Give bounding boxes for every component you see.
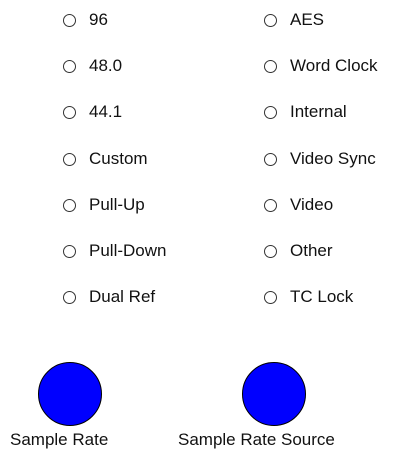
radio-label: Pull-Up xyxy=(89,195,145,214)
radio-button[interactable] xyxy=(264,105,277,119)
sample-rate-source-knob[interactable] xyxy=(242,362,306,426)
radio-label: 44.1 xyxy=(89,102,123,121)
sample-rate-source-label: Sample Rate Source xyxy=(178,430,335,449)
radio-button[interactable] xyxy=(264,198,277,212)
sample-rate-option-dual-ref[interactable]: Dual Ref xyxy=(63,286,155,308)
radio-label: Custom xyxy=(89,149,148,168)
sample-rate-label: Sample Rate xyxy=(10,430,109,449)
sample-rate-option-pull-down[interactable]: Pull-Down xyxy=(63,240,166,262)
radio-label: Word Clock xyxy=(290,56,378,75)
radio-button[interactable] xyxy=(264,290,277,304)
sample-rate-source-option-word-clock[interactable]: Word Clock xyxy=(264,55,378,77)
radio-button[interactable] xyxy=(63,105,76,119)
radio-label: Video xyxy=(290,195,334,214)
radio-button[interactable] xyxy=(63,244,76,258)
radio-button[interactable] xyxy=(63,13,76,27)
sample-rate-source-option-internal[interactable]: Internal xyxy=(264,101,347,123)
sample-rate-option-48-0[interactable]: 48.0 xyxy=(63,55,122,77)
radio-label: Dual Ref xyxy=(89,287,156,306)
sample-rate-source-option-video-sync[interactable]: Video Sync xyxy=(264,148,376,170)
radio-button[interactable] xyxy=(63,290,76,304)
radio-button[interactable] xyxy=(63,59,76,73)
radio-button[interactable] xyxy=(264,152,277,166)
sample-rate-option-44-1[interactable]: 44.1 xyxy=(63,101,122,123)
sample-rate-source-option-aes[interactable]: AES xyxy=(264,9,324,31)
radio-label: 96 xyxy=(89,10,108,29)
radio-label: Internal xyxy=(290,102,347,121)
radio-label: Pull-Down xyxy=(89,241,167,260)
radio-label: Other xyxy=(290,241,333,260)
sample-rate-source-option-other[interactable]: Other xyxy=(264,240,333,262)
radio-label: 48.0 xyxy=(89,56,123,75)
radio-button[interactable] xyxy=(63,152,76,166)
radio-label: AES xyxy=(290,10,325,29)
radio-button[interactable] xyxy=(264,59,277,73)
sample-rate-source-option-video[interactable]: Video xyxy=(264,194,333,216)
radio-label: TC Lock xyxy=(290,287,354,306)
sample-rate-knob[interactable] xyxy=(38,362,102,426)
radio-button[interactable] xyxy=(63,198,76,212)
sample-rate-option-pull-up[interactable]: Pull-Up xyxy=(63,194,145,216)
sample-rate-option-custom[interactable]: Custom xyxy=(63,148,148,170)
sample-rate-option-96[interactable]: 96 xyxy=(63,9,108,31)
radio-button[interactable] xyxy=(264,244,277,258)
sample-rate-source-option-tc-lock[interactable]: TC Lock xyxy=(264,286,353,308)
radio-label: Video Sync xyxy=(290,149,376,168)
radio-button[interactable] xyxy=(264,13,277,27)
